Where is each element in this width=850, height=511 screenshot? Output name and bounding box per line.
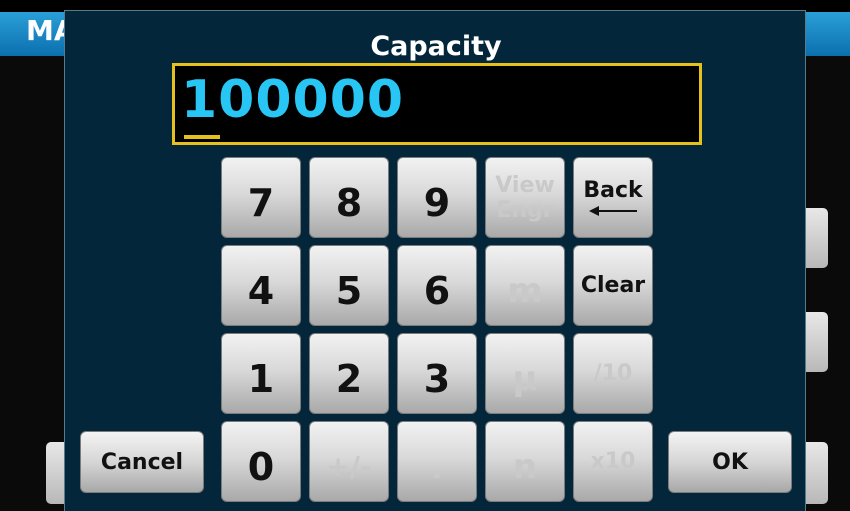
back-key[interactable]: Back <box>573 157 653 238</box>
key-5[interactable]: 5 <box>309 245 389 326</box>
dialog-title: Capacity <box>370 31 502 62</box>
key-0[interactable]: 0 <box>221 421 301 502</box>
ok-button[interactable]: OK <box>668 431 792 493</box>
back-arrow-icon <box>589 205 637 217</box>
cancel-button[interactable]: Cancel <box>80 431 204 493</box>
key-4[interactable]: 4 <box>221 245 301 326</box>
key-1[interactable]: 1 <box>221 333 301 414</box>
decimal-key[interactable]: . <box>397 421 477 502</box>
milli-key[interactable]: m <box>485 245 565 326</box>
clear-key[interactable]: Clear <box>573 245 653 326</box>
nano-key[interactable]: n <box>485 421 565 502</box>
divide-10-key[interactable]: /10 <box>573 333 653 414</box>
key-2[interactable]: 2 <box>309 333 389 414</box>
key-6[interactable]: 6 <box>397 245 477 326</box>
back-label: Back <box>583 178 643 203</box>
key-8[interactable]: 8 <box>309 157 389 238</box>
value-entry-field[interactable]: 100000 <box>172 63 702 145</box>
entry-value: 100000 <box>181 70 405 130</box>
key-9[interactable]: 9 <box>397 157 477 238</box>
view-engr-label-2: Engr <box>496 197 554 223</box>
micro-key[interactable]: μ <box>485 333 565 414</box>
key-7[interactable]: 7 <box>221 157 301 238</box>
view-engr-label-1: View <box>495 172 555 198</box>
plus-minus-key[interactable]: +/- <box>309 421 389 502</box>
view-engr-key[interactable]: View Engr <box>485 157 565 238</box>
capacity-dialog: Capacity 100000 7 8 9 View Engr Back 4 5… <box>64 10 806 511</box>
key-3[interactable]: 3 <box>397 333 477 414</box>
times-10-key[interactable]: x10 <box>573 421 653 502</box>
entry-cursor <box>184 135 220 139</box>
